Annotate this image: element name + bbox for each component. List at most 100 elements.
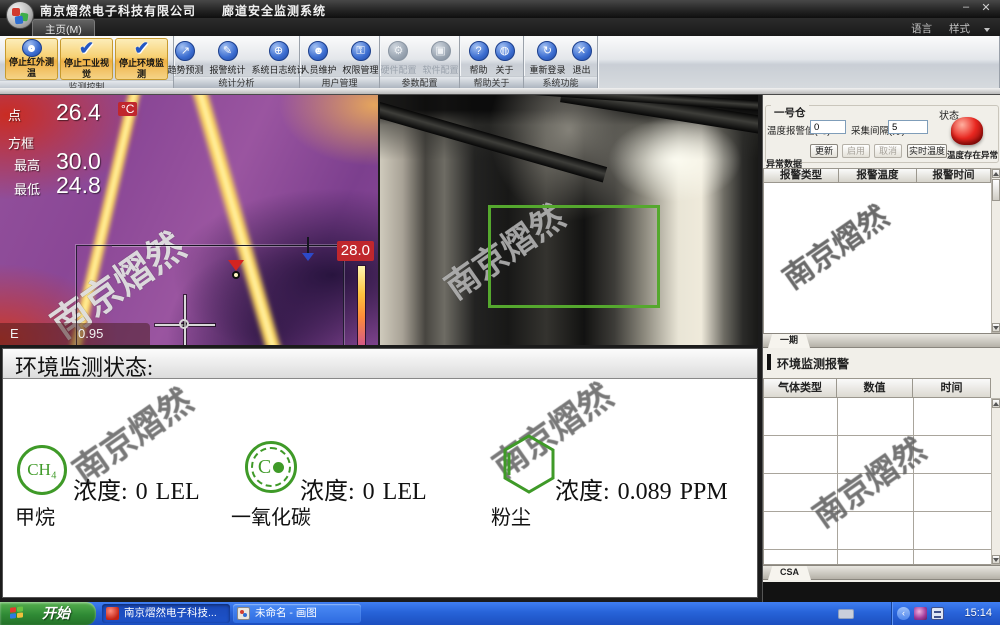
world-icon: ◍ [495, 41, 515, 61]
point-temperature: 26.4 [56, 99, 101, 126]
env-scrollbar[interactable] [991, 398, 1000, 565]
enable-button: 启用 [842, 144, 870, 158]
right-panel: 一号仓 状态 温度报警值(℃): 采集间隔(分): 更新 启用 取消 实时温度 … [762, 95, 1000, 602]
system-tray: ‹ 15:14 [892, 602, 1000, 625]
alarm-table: 报警类型 报警温度 报警时间 南京熠然 [763, 168, 1000, 333]
scroll-up-icon[interactable] [992, 399, 1000, 408]
checkmark-icon: ✔ [79, 38, 94, 58]
methane-reading: 浓度:0LEL [73, 471, 208, 506]
lamp-status-text: 温度存在异常 [947, 149, 998, 161]
panel-black-strip [763, 582, 1000, 602]
ribbon-group-monitor-control: 停止红外测温 ✔ 停止工业视觉 ✔ 停止环境监测 监测控制 [0, 36, 174, 88]
stop-infrared-button[interactable]: 停止红外测温 [5, 38, 58, 80]
point-label: 点 [8, 105, 21, 124]
env-header-gas[interactable]: 气体类型 [763, 378, 837, 398]
tray-keyboard-icon[interactable] [931, 607, 944, 620]
about-button[interactable]: ◍ 关于 [493, 38, 517, 76]
carbon-monoxide-icon: C [245, 441, 297, 493]
tab-csa[interactable]: CSA [768, 566, 811, 580]
alarm-header-type[interactable]: 报警类型 [763, 168, 839, 183]
carbon-monoxide-label: 一氧化碳 [231, 501, 311, 530]
permissions-button[interactable]: ⚿ 权限管理 [341, 38, 381, 76]
ribbon-group-system: ↻ 重新登录 ✕ 退出 系统功能 [524, 36, 598, 88]
start-button[interactable]: 开始 [0, 602, 96, 625]
update-button[interactable]: 更新 [810, 144, 838, 158]
env-status-panel: 环境监测状态: 南京熠然 南京熠然 CH₄ 浓度:0LEL 甲烷 C 浓度:0L… [2, 348, 758, 598]
tab-home[interactable]: 主页(M) [32, 19, 95, 36]
temperature-unit: °C [118, 102, 137, 116]
person-icon: ☻ [308, 41, 328, 61]
env-table-body: 南京熠然 [763, 398, 991, 565]
scroll-thumb[interactable] [992, 179, 1000, 201]
app-logo-icon[interactable] [6, 1, 34, 29]
gear-icon: ⚙ [388, 41, 408, 61]
paint-task-icon [237, 607, 250, 620]
group-label-users: 用户管理 [300, 76, 379, 88]
pencil-icon: ✎ [218, 41, 238, 61]
taskbar-item-app[interactable]: 南京熠然电子科技... [102, 604, 230, 623]
alarm-table-body: 南京熠然 [763, 183, 991, 333]
windows-logo-icon [10, 606, 24, 620]
tray-app-icon[interactable] [914, 607, 927, 620]
title-accent-bar [767, 354, 771, 370]
menu-style[interactable]: 样式 [949, 23, 970, 35]
group-label-parameters: 参数配置 [380, 76, 459, 88]
stop-vision-button[interactable]: ✔ 停止工业视觉 [60, 38, 113, 80]
minimize-button[interactable]: – [958, 1, 974, 13]
app-name: 廊道安全监测系统 [222, 4, 326, 18]
ribbon-group-help: ? 帮助 ◍ 关于 帮助关于 [460, 36, 524, 88]
dust-reading: 浓度:0.089PPM [555, 471, 736, 506]
env-status-title: 环境监测状态: [15, 350, 153, 382]
alarm-header-temp[interactable]: 报警温度 [839, 168, 917, 183]
tab-phase-one[interactable]: 一期 [768, 334, 810, 348]
alarm-lamp-icon [951, 117, 983, 145]
scroll-down-icon[interactable] [992, 555, 1000, 564]
dust-icon [501, 433, 557, 495]
ribbon: 停止红外测温 ✔ 停止工业视觉 ✔ 停止环境监测 监测控制 ↗ 趋势预测 [0, 36, 1000, 88]
company-name: 南京熠然电子科技有限公司 [40, 4, 196, 18]
globe-icon: ⊕ [269, 41, 289, 61]
alarm-scrollbar[interactable] [991, 168, 1000, 333]
language-bar-icon[interactable] [838, 609, 854, 619]
checkmark-icon: ✔ [134, 38, 149, 58]
personnel-button[interactable]: ☻ 人员维护 [298, 38, 338, 76]
realtime-temp-button[interactable]: 实时温度 [907, 144, 947, 158]
trend-icon: ↗ [175, 41, 195, 61]
alarm-stats-button[interactable]: ✎ 报警统计 [208, 38, 248, 76]
emissivity-bar: E 0.95 [0, 323, 150, 345]
watermark-text: 南京熠然 [772, 193, 896, 298]
exit-button[interactable]: ✕ 退出 [570, 38, 594, 76]
menu-language[interactable]: 语言 [911, 23, 932, 35]
taskbar-item-paint[interactable]: 未命名 - 画图 [233, 604, 361, 623]
interval-input[interactable] [888, 120, 928, 134]
max-temperature: 30.0 [56, 148, 101, 175]
env-header-value[interactable]: 数值 [837, 378, 913, 398]
scale-max-badge: 28.0 [337, 241, 374, 261]
env-status-header: 环境监测状态: [3, 349, 757, 379]
close-button[interactable]: ✕ [978, 1, 994, 14]
industrial-camera-view: 南京熠然 [380, 95, 758, 345]
scale-marker [300, 237, 316, 253]
taskbar: 开始 南京熠然电子科技... 未命名 - 画图 ‹ 15:14 [0, 602, 1000, 625]
box-label: 方框 [8, 133, 34, 152]
tray-chevron-icon[interactable]: ‹ [897, 607, 910, 620]
stop-env-button[interactable]: ✔ 停止环境监测 [115, 38, 168, 80]
alarm-header-time[interactable]: 报警时间 [917, 168, 991, 183]
env-alarm-title: 环境监测报警 [777, 355, 849, 372]
relogin-button[interactable]: ↻ 重新登录 [527, 38, 567, 76]
question-icon: ? [469, 41, 489, 61]
crosshair-icon [155, 295, 215, 345]
methane-icon: CH₄ [17, 445, 67, 495]
column-line [913, 398, 914, 565]
stop-infrared-label: 停止红外测温 [6, 57, 57, 79]
trend-forecast-button[interactable]: ↗ 趋势预测 [165, 38, 205, 76]
scroll-down-icon[interactable] [992, 323, 1000, 332]
env-header-time[interactable]: 时间 [913, 378, 991, 398]
hardware-config-button: ⚙ 硬件配置 [378, 38, 418, 76]
pipe-shape [380, 95, 607, 182]
temp-alarm-input[interactable] [810, 120, 846, 134]
scroll-up-icon[interactable] [992, 169, 1000, 178]
group-label-statistics: 统计分析 [174, 76, 299, 88]
hotspot-marker [228, 260, 244, 279]
help-button[interactable]: ? 帮助 [467, 38, 491, 76]
